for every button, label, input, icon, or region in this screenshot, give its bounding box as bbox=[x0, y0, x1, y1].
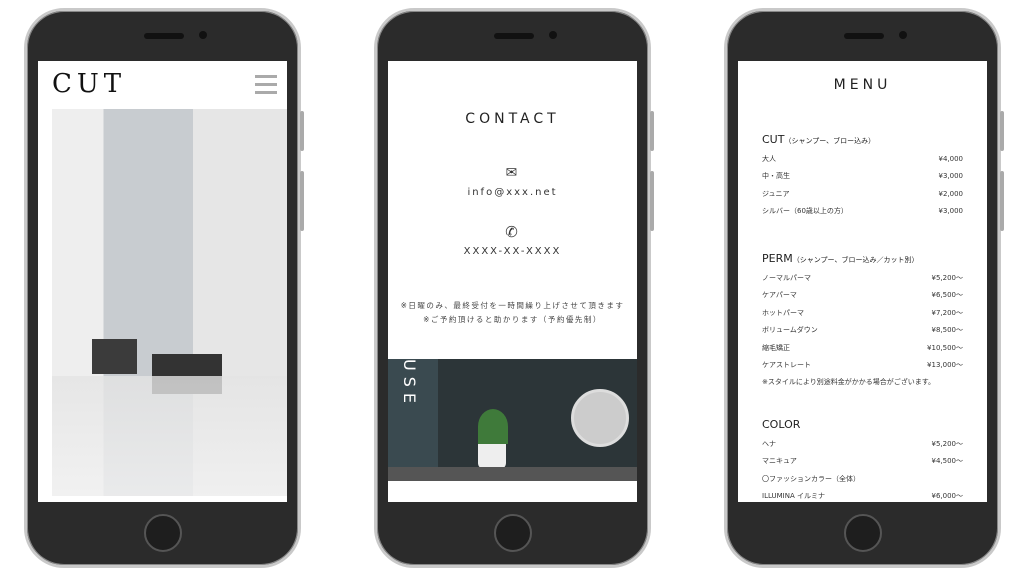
contact-notes: ※日曜のみ、最終受付を一時間繰り上げさせて頂きます ※ご予約頂けると助かります（… bbox=[388, 299, 637, 327]
phone-link[interactable]: XXXX-XX-XXXX bbox=[388, 246, 637, 257]
menu-item: ILLUMINA イルミナ ¥6,000〜 bbox=[762, 492, 963, 501]
note-line: ※日曜のみ、最終受付を一時間繰り上げさせて頂きます bbox=[400, 301, 625, 310]
menu-item: 〇ファッションカラー（全体） bbox=[762, 474, 860, 483]
mail-icon: ✉ bbox=[505, 165, 520, 181]
phone-mockup-contact: CONTACT ✉ info@xxx.net ✆ XXXX-XX-XXXX ※日… bbox=[374, 8, 654, 568]
perm-note: ※スタイルにより別途料金がかかる場合がございます。 bbox=[762, 378, 936, 386]
menu-section-perm: PERM（シャンプー、ブロー込み／カット別） ノーマルパーマ ¥5,200〜 ケア… bbox=[762, 252, 963, 391]
menu-item: ボリュームダウン ¥8,500〜 bbox=[762, 326, 963, 335]
photo-text: USE bbox=[400, 359, 419, 409]
screen-cut: CUT bbox=[38, 61, 287, 502]
email-link[interactable]: info@xxx.net bbox=[388, 187, 637, 198]
home-button[interactable] bbox=[494, 514, 532, 552]
phone-mockup-menu: MENU CUT（シャンプー、ブロー込み） 大人 ¥4,000 中・高生 ¥3,00… bbox=[724, 8, 1004, 568]
menu-item: ホットパーマ ¥7,200〜 bbox=[762, 308, 963, 317]
menu-item: 縮毛矯正 ¥10,500〜 bbox=[762, 343, 963, 352]
menu-item: ケアパーマ ¥6,500〜 bbox=[762, 291, 963, 300]
salon-plants-photo: USE bbox=[388, 359, 637, 481]
hamburger-menu-icon[interactable] bbox=[255, 75, 277, 99]
menu-section-color: COLOR ヘナ ¥5,200〜 マニキュア ¥4,500〜 〇ファッションカラー（… bbox=[762, 418, 963, 502]
menu-item: 大人 ¥4,000 bbox=[762, 154, 963, 163]
menu-item: ジュニア ¥2,000 bbox=[762, 189, 963, 198]
screen-contact: CONTACT ✉ info@xxx.net ✆ XXXX-XX-XXXX ※日… bbox=[388, 61, 637, 502]
home-button[interactable] bbox=[844, 514, 882, 552]
menu-item: 中・高生 ¥3,000 bbox=[762, 172, 963, 181]
note-line: ※ご予約頂けると助かります（予約優先制） bbox=[423, 315, 602, 324]
logo: CUT bbox=[52, 69, 127, 99]
speaker bbox=[144, 33, 184, 39]
screen-menu: MENU CUT（シャンプー、ブロー込み） 大人 ¥4,000 中・高生 ¥3,00… bbox=[738, 61, 987, 502]
menu-item: マニキュア ¥4,500〜 bbox=[762, 457, 963, 466]
contact-title: CONTACT bbox=[465, 111, 560, 127]
home-button[interactable] bbox=[144, 514, 182, 552]
menu-item: ヘナ ¥5,200〜 bbox=[762, 439, 963, 448]
phone-mockup-cut: CUT bbox=[24, 8, 304, 568]
salon-interior-photo bbox=[52, 109, 287, 496]
menu-section-cut: CUT（シャンプー、ブロー込み） 大人 ¥4,000 中・高生 ¥3,000 ジュニ… bbox=[762, 133, 963, 220]
menu-title: MENU bbox=[833, 77, 892, 93]
menu-item: ケアストレート ¥13,000〜 bbox=[762, 361, 963, 370]
camera bbox=[199, 31, 207, 39]
menu-item: シルバー（60歳以上の方） ¥3,000 bbox=[762, 207, 963, 216]
phone-icon: ✆ bbox=[505, 223, 520, 241]
menu-item: ノーマルパーマ ¥5,200〜 bbox=[762, 273, 963, 282]
